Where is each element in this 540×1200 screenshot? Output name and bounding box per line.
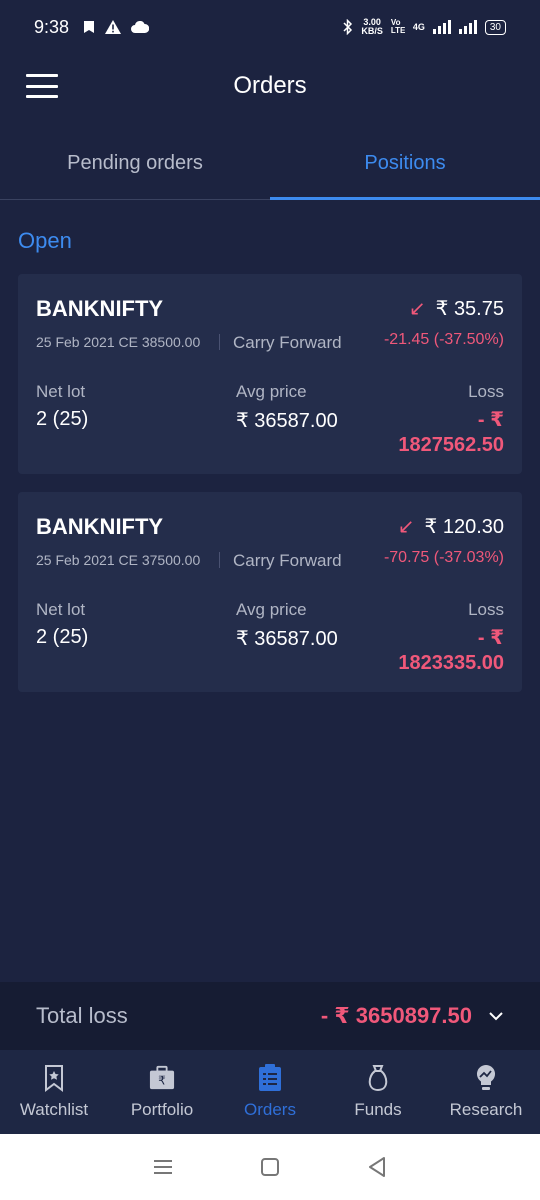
section-open-label: Open [18,228,72,253]
total-loss-bar: Total loss - ₹ 3650897.50 [0,982,540,1050]
divider [219,552,220,568]
nav-funds[interactable]: Funds [324,1050,432,1134]
total-loss-label: Total loss [36,1003,128,1028]
money-bag-icon [365,1064,391,1092]
orders-tabs: Pending orders Positions [0,128,540,200]
page-title: Orders [233,72,307,99]
status-system-icons: 3.00 KB/S Vo LTE 4G 30 [343,18,506,36]
back-icon[interactable] [365,1155,389,1179]
arrow-down-left-icon: ↙ [408,297,426,320]
status-time: 9:38 [34,16,70,37]
divider [219,334,220,350]
position-card[interactable]: BANKNIFTY 25 Feb 2021 CE 37500.00 Carry … [18,492,522,692]
nav-orders[interactable]: Orders [216,1050,324,1134]
avg-price-value: ₹ 36587.00 [236,628,338,650]
position-product-type: Carry Forward [233,551,342,570]
warning-icon [105,20,122,34]
position-symbol: BANKNIFTY [36,514,164,539]
position-change: -70.75 (-37.03%) [383,549,504,566]
nav-research[interactable]: Research [432,1050,540,1134]
cloud-icon [131,21,150,33]
position-change: -21.45 (-37.50%) [383,331,504,348]
recent-apps-icon[interactable] [151,1155,175,1179]
net-lot-label: Net lot [36,600,86,619]
status-notification-icons [83,20,150,34]
position-product-type: Carry Forward [233,333,342,352]
position-contract: 25 Feb 2021 CE 37500.00 [36,552,201,568]
clipboard-list-icon [257,1064,283,1092]
net-lot-value: 2 (25) [36,408,89,430]
net-lot-label: Net lot [36,382,86,401]
position-ltp: ↙ ₹ 120.30 [397,515,504,538]
status-bar: 9:38 3.00 KB/S Vo LTE 4G 30 [0,0,540,54]
nav-watchlist[interactable]: Watchlist [0,1050,108,1134]
bluetooth-icon [343,19,353,35]
loss-label: Loss [468,382,504,401]
network-type: 4G [412,22,425,32]
bottom-navigation: Watchlist ₹ Portfolio Orders Funds Resea… [0,1050,540,1134]
menu-icon[interactable] [26,74,58,98]
loss-value: - ₹ 1823335.00 [398,627,504,674]
position-symbol: BANKNIFTY [36,296,164,321]
total-loss-value: - ₹ 3650897.50 [320,1003,472,1028]
position-ltp: ↙ ₹ 35.75 [408,297,504,320]
avg-price-label: Avg price [236,600,307,619]
volte-indicator: Vo LTE [390,18,406,35]
net-speed: 3.00 KB/S [361,17,383,36]
system-navigation-bar [0,1134,540,1200]
tab-pending-orders[interactable]: Pending orders [0,128,270,199]
signal-strength-2-icon [458,20,477,34]
loss-label: Loss [468,600,504,619]
chevron-down-icon[interactable] [488,1008,504,1024]
home-icon[interactable] [258,1155,282,1179]
bookmark-star-icon [41,1064,67,1092]
signal-strength-icon [432,20,451,34]
battery-icon: 30 [484,19,506,35]
position-contract: 25 Feb 2021 CE 38500.00 [36,334,201,350]
net-lot-value: 2 (25) [36,626,89,648]
app-bar: Orders [0,54,540,118]
avg-price-value: ₹ 36587.00 [236,410,338,432]
notification-bookmark-icon [84,21,95,33]
position-card[interactable]: BANKNIFTY 25 Feb 2021 CE 38500.00 Carry … [18,274,522,474]
lightbulb-chart-icon [473,1064,499,1092]
svg-text:₹: ₹ [158,1074,166,1088]
nav-portfolio[interactable]: ₹ Portfolio [108,1050,216,1134]
briefcase-rupee-icon: ₹ [149,1064,175,1092]
arrow-down-left-icon: ↙ [397,515,415,538]
avg-price-label: Avg price [236,382,307,401]
loss-value: - ₹ 1827562.50 [398,409,504,456]
tab-positions[interactable]: Positions [270,128,540,200]
